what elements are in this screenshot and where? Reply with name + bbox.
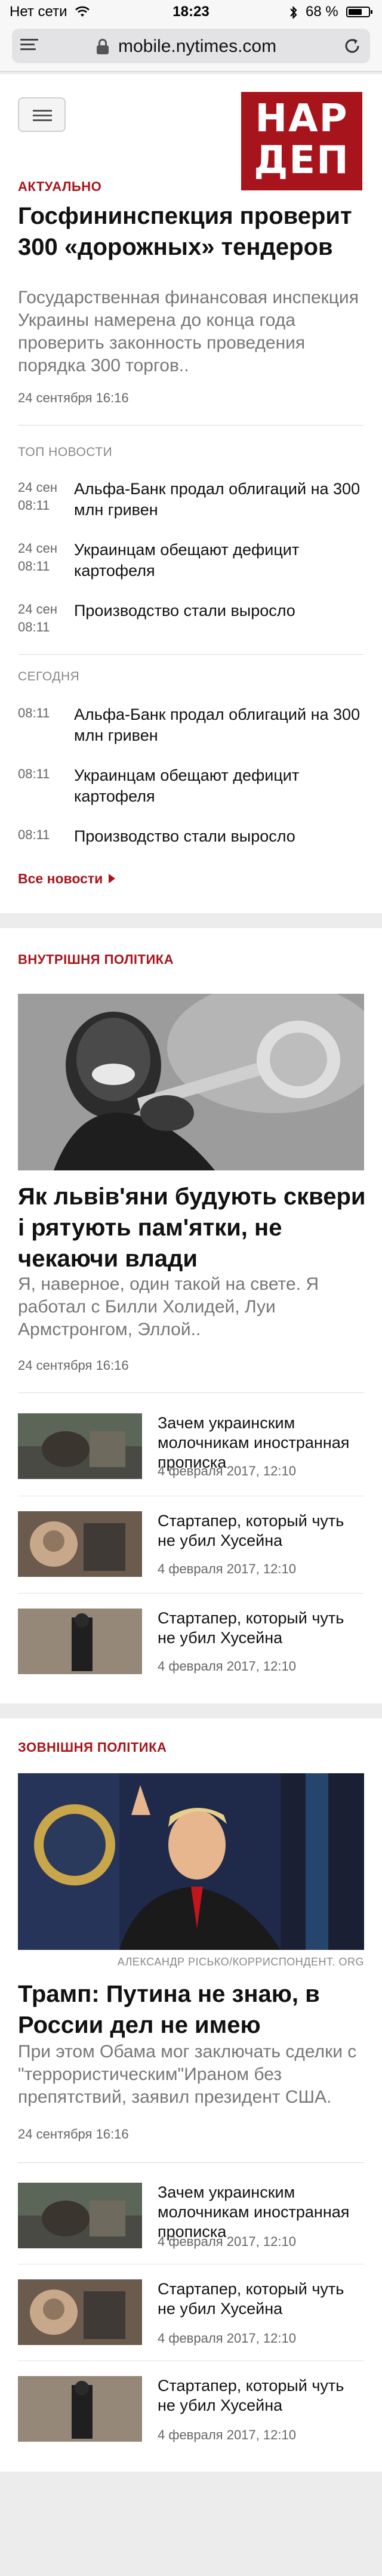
item-title: Стартапер, который чуть не убил Хусейна [158, 1512, 344, 1549]
domestic-list-item[interactable]: Стартапер, который чуть не убил Хусейна … [18, 1511, 364, 1577]
item-title: Стартапер, который чуть не убил Хусейна [158, 1609, 344, 1647]
news-time: 08:11 [18, 620, 50, 634]
news-time: 08:11 [18, 827, 50, 842]
article-thumbnail [18, 1413, 142, 1479]
url-text[interactable]: mobile.nytimes.com [118, 36, 276, 57]
news-time: 08:11 [18, 498, 50, 513]
article-thumbnail [18, 2279, 142, 2345]
arrow-right-icon [109, 874, 116, 883]
item-date: 4 февраля 2017, 12:10 [158, 1463, 296, 1478]
item-date: 4 февраля 2017, 12:10 [158, 2234, 296, 2249]
article-thumbnail [18, 2376, 142, 2442]
section-label-actual: АКТУАЛЬНО [18, 179, 102, 194]
foreign-list-item[interactable]: Стартапер, который чуть не убил Хусейна … [18, 2279, 364, 2346]
item-date: 4 февраля 2017, 12:10 [158, 1659, 296, 1674]
foreign-date: 24 сентября 16:16 [18, 2127, 129, 2141]
foreign-politics-card: ЗОВНІШНЯ ПОЛІТИКА АЛЕКСАНДР РІСЬКО/КОРРИ… [0, 1718, 382, 2472]
foreign-headline[interactable]: Трамп: Путина не знаю, в России дел не и… [18, 1979, 367, 2041]
divider [18, 1593, 364, 1594]
speaker-photo[interactable] [18, 1773, 364, 1950]
divider [18, 425, 364, 426]
top-story-lede: Государственная финансовая инспекция Укр… [18, 288, 359, 375]
news-day: 24 сен [18, 602, 57, 617]
all-news-label: Все новости [18, 871, 103, 886]
domestic-list-item[interactable]: Зачем украинским молочникам иностранная … [18, 1413, 364, 1479]
foreign-lede: При этом Обама мог заключать сделки с "т… [18, 2042, 357, 2107]
photo-credit: АЛЕКСАНДР РІСЬКО/КОРРИСПОНДЕНТ. ORG [117, 1956, 364, 1968]
domestic-lede: Я, наверное, один такой на свете. Я рабо… [18, 1274, 319, 1339]
item-date: 4 февраля 2017, 12:10 [158, 1561, 296, 1576]
bluetooth-icon [290, 5, 297, 20]
trumpet-player-photo[interactable] [18, 994, 364, 1170]
browser-address-bar: mobile.nytimes.com [0, 24, 382, 72]
top-news-card: НАР ДЕП АКТУАЛЬНО Госфининспекция провер… [0, 74, 382, 913]
item-date: 4 февраля 2017, 12:10 [158, 2331, 296, 2346]
news-title: Альфа-Банк продал облигаций на 300 млн г… [74, 480, 361, 519]
logo-line-2: ДЕП [254, 138, 350, 183]
news-day: 24 сен [18, 480, 57, 495]
news-title: Альфа-Банк продал облигаций на 300 млн г… [74, 705, 361, 744]
logo-line-1: НАР [255, 97, 349, 141]
reader-mode-icon[interactable] [20, 39, 38, 53]
status-bar: Нет сети 18:23 68 % [0, 0, 382, 24]
news-title: Производство стали выросло [74, 827, 295, 845]
news-time: 08:11 [18, 766, 50, 781]
article-thumbnail [18, 1609, 142, 1674]
item-title: Стартапер, который чуть не убил Хусейна [158, 2280, 344, 2318]
foreign-list-item[interactable]: Зачем украинским молочникам иностранная … [18, 2183, 364, 2249]
domestic-date: 24 сентября 16:16 [18, 1358, 129, 1373]
today-heading: СЕГОДНЯ [18, 670, 80, 683]
top-news-heading: ТОП НОВОСТИ [18, 445, 113, 459]
divider [18, 1392, 364, 1393]
domestic-politics-card: ВНУТРІШНЯ ПОЛІТИКА Як львів'яни будують … [0, 928, 382, 1703]
item-title: Зачем украинским молочникам иностранная … [158, 2183, 350, 2241]
section-label-foreign: ЗОВНІШНЯ ПОЛІТИКА [18, 1740, 167, 1755]
divider [18, 2162, 364, 2163]
battery-icon [346, 7, 372, 17]
top-story-headline[interactable]: Госфининспекция проверит 300 «дорожных» … [18, 201, 367, 263]
foreign-list-item[interactable]: Стартапер, который чуть не убил Хусейна … [18, 2376, 364, 2442]
menu-button[interactable] [18, 97, 66, 132]
all-news-link[interactable]: Все новости [18, 871, 116, 887]
top-story-date: 24 сентября 16:16 [18, 390, 129, 405]
section-label-domestic: ВНУТРІШНЯ ПОЛІТИКА [18, 952, 174, 967]
article-thumbnail [18, 1511, 142, 1577]
divider [18, 654, 364, 655]
news-day: 24 сен [18, 541, 57, 556]
news-time: 08:11 [18, 705, 50, 720]
news-title: Украинцам обещают дефицит картофеля [74, 766, 300, 805]
site-logo[interactable]: НАР ДЕП [241, 92, 362, 190]
reload-icon[interactable] [343, 36, 362, 56]
domestic-headline[interactable]: Як львів'яни будують сквери і рятують па… [18, 1181, 367, 1274]
news-time: 08:11 [18, 559, 50, 574]
news-title: Украинцам обещают дефицит картофеля [74, 541, 300, 580]
domestic-list-item[interactable]: Стартапер, который чуть не убил Хусейна … [18, 1609, 364, 1674]
item-date: 4 февраля 2017, 12:10 [158, 2427, 296, 2442]
battery-percent: 68 % [306, 4, 338, 20]
lock-icon [97, 39, 109, 54]
item-title: Стартапер, который чуть не убил Хусейна [158, 2377, 344, 2414]
news-title: Производство стали выросло [74, 602, 295, 620]
url-field[interactable]: mobile.nytimes.com [12, 29, 370, 63]
article-thumbnail [18, 2183, 142, 2248]
